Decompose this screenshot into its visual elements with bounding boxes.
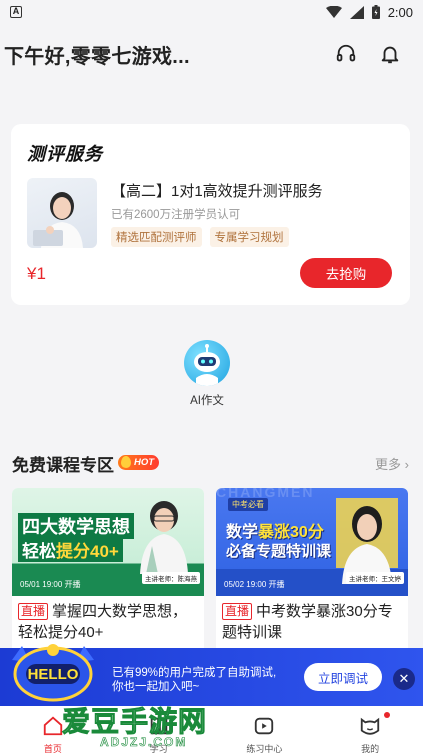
buy-button[interactable]: 去抢购 <box>300 258 392 288</box>
live-date: 05/01 19:00 开播 <box>20 580 81 589</box>
course-tag: 精选匹配测评师 <box>111 227 202 247</box>
close-banner-button[interactable]: ✕ <box>393 668 415 690</box>
card-title: 测评服务 <box>27 144 103 164</box>
home-header: 下午好,零零七游戏... <box>0 34 423 74</box>
teacher-name-tag: 主讲老师：陈海燕 <box>142 572 200 584</box>
ai-robot-icon <box>184 340 230 386</box>
teacher-name-tag: 主讲老师：王文婷 <box>346 572 404 584</box>
home-icon <box>43 716 63 736</box>
debug-line: 已有99%的用户完成了自助调试, <box>112 667 277 679</box>
nav-label: 练习中心 <box>246 744 283 754</box>
banner-line: 轻松提分40+ <box>18 537 123 562</box>
clock-text: 2:00 <box>387 4 413 20</box>
free-course-card[interactable]: 四大数学思想 轻松提分40+ 主讲老师：陈海燕 05/01 19:00 开播 直… <box>12 488 204 658</box>
banner-line: 数学暴涨30分 <box>226 518 324 542</box>
signal-icon <box>349 5 364 19</box>
course-banner: CHANGMEN 中考必看 数学暴涨30分 必备专题特训课 主讲老师：王文婷 0… <box>216 488 408 596</box>
course-card-title: 直播 中考数学暴涨30分专题特训课 <box>222 601 402 643</box>
evaluation-service-card[interactable]: 测评服务 【高二】1对1高效提升测评服务 已有2600万注册学员认可 精选匹配测… <box>11 124 410 305</box>
debug-line: 你也一起加入吧~ <box>112 681 200 693</box>
course-title: 【高二】1对1高效提升测评服务 <box>111 183 323 200</box>
flame-icon <box>121 456 131 468</box>
banner-line-part: 轻松 <box>22 542 56 561</box>
nav-mine[interactable]: 我的 <box>317 706 423 756</box>
site-watermark: 爱豆手游网 <box>61 706 208 738</box>
live-tag: 直播 <box>18 603 49 620</box>
battery-icon <box>371 5 380 19</box>
site-watermark-url: ADJZJ.COM <box>100 735 188 750</box>
notification-dot <box>383 712 390 718</box>
status-bar: A 2:00 <box>0 0 423 24</box>
course-banner: 四大数学思想 轻松提分40+ 主讲老师：陈海燕 05/01 19:00 开播 <box>12 488 204 596</box>
play-icon <box>255 717 274 735</box>
status-icons: 2:00 <box>325 4 413 20</box>
teacher-image <box>140 501 188 574</box>
course-subtitle: 已有2600万注册学员认可 <box>111 209 241 221</box>
start-debug-button[interactable]: 立即调试 <box>304 663 382 691</box>
nav-label: 我的 <box>361 744 380 754</box>
free-course-card[interactable]: CHANGMEN 中考必看 数学暴涨30分 必备专题特训课 主讲老师：王文婷 0… <box>216 488 408 658</box>
headset-icon[interactable] <box>335 43 357 65</box>
banner-highlight: 暴涨30分 <box>258 524 324 541</box>
chevron-right-icon: › <box>404 457 409 472</box>
header-actions <box>335 43 419 65</box>
greeting-text: 下午好,零零七游戏... <box>4 45 190 68</box>
banner-line-part: 数学 <box>226 524 259 541</box>
banner-line: 必备专题特训课 <box>226 543 332 560</box>
bell-icon[interactable] <box>379 43 401 65</box>
hello-text: HELLO <box>28 666 79 683</box>
profile-face-icon <box>360 717 380 735</box>
nav-practice[interactable]: 练习中心 <box>212 706 318 756</box>
notification-a-icon: A <box>10 6 22 18</box>
hot-badge: HOT <box>118 455 160 470</box>
course-tag: 专属学习规划 <box>209 227 289 247</box>
nav-label: 首页 <box>43 744 62 754</box>
more-label: 更多 <box>375 457 402 472</box>
debug-message: 已有99%的用户完成了自助调试, 你也一起加入吧~ <box>112 666 276 694</box>
hot-label: HOT <box>134 457 155 468</box>
live-date: 05/02 19:00 开播 <box>224 580 285 589</box>
banner-highlight: 提分40+ <box>56 542 119 561</box>
course-teacher-image <box>27 178 97 248</box>
course-card-title: 直播 掌握四大数学思想，轻松提分40+ <box>18 601 198 643</box>
wifi-icon <box>325 5 342 18</box>
free-courses-title: 免费课程专区 <box>12 456 114 475</box>
banner-tag: 中考必看 <box>228 498 268 511</box>
ai-essay-entry[interactable]: AI作文 <box>180 340 234 408</box>
more-link[interactable]: 更多 › <box>375 454 409 473</box>
course-price: ¥1 <box>27 264 46 283</box>
ai-essay-label: AI作文 <box>190 395 224 407</box>
live-tag: 直播 <box>222 603 253 620</box>
course-tags: 精选匹配测评师 专属学习规划 <box>111 227 289 247</box>
banner-line: 四大数学思想 <box>18 513 134 539</box>
